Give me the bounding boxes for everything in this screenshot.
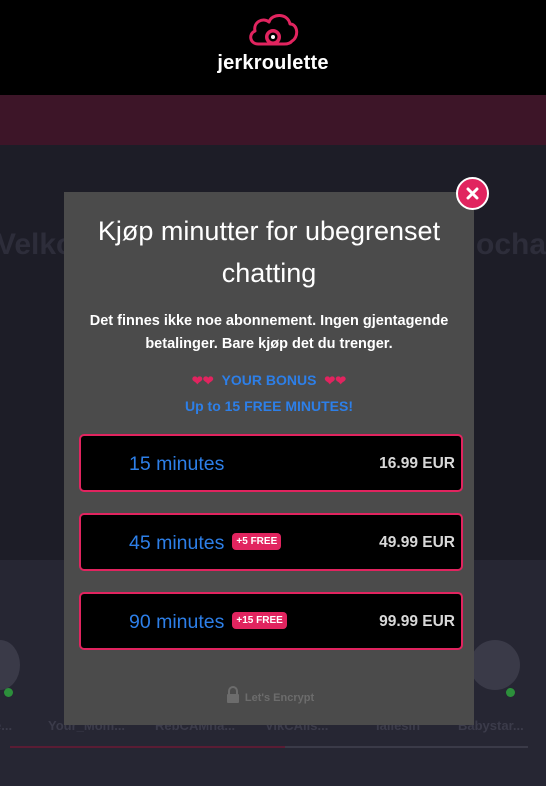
close-icon: [466, 187, 479, 200]
lets-encrypt-label: Let's Encrypt: [244, 691, 315, 704]
option-minutes: 45 minutes +5 FREE: [129, 532, 282, 555]
carousel-progress: [10, 746, 285, 748]
option-minutes-label: 15 minutes: [129, 453, 225, 475]
option-90-minutes[interactable]: 90 minutes +15 FREE 99.99 EUR: [79, 592, 463, 650]
promo-banner: [0, 95, 546, 145]
online-indicator: [506, 688, 515, 697]
hearts-icon: ❤❤: [324, 373, 347, 388]
brand-name: jerkroulette: [217, 52, 329, 74]
cloud-camera-icon: [249, 14, 299, 46]
padlock-icon: [226, 686, 239, 703]
brand-logo[interactable]: jerkroulette: [0, 10, 546, 75]
free-minutes-badge: +5 FREE: [232, 533, 282, 551]
option-price: 16.99 EUR: [379, 455, 455, 472]
bonus-title: YOUR BONUS: [221, 372, 317, 388]
bonus-heading: ❤❤ YOUR BONUS ❤❤: [64, 372, 474, 389]
option-price: 49.99 EUR: [379, 534, 455, 551]
modal-title: Kjøp minutter for ubegrenset chatting: [97, 216, 441, 288]
site-header: jerkroulette: [0, 0, 546, 95]
close-button[interactable]: [456, 177, 489, 210]
option-15-minutes[interactable]: 15 minutes 16.99 EUR: [79, 434, 463, 492]
bonus-subtitle: Up to 15 FREE MINUTES!: [184, 398, 353, 414]
option-price: 99.99 EUR: [379, 613, 455, 630]
avatar[interactable]: [470, 640, 520, 690]
background-heading-right: ochat: [476, 228, 546, 261]
free-minutes-badge: +15 FREE: [232, 612, 287, 630]
purchase-modal: Kjøp minutter for ubegrenset chatting De…: [64, 192, 474, 725]
option-minutes-label: 45 minutes: [129, 532, 225, 554]
option-minutes: 15 minutes: [129, 453, 224, 476]
modal-subtitle: Det finnes ikke noe abonnement. Ingen gj…: [89, 313, 449, 352]
hearts-icon: ❤❤: [191, 373, 214, 388]
username[interactable]: e...: [0, 718, 12, 733]
option-45-minutes[interactable]: 45 minutes +5 FREE 49.99 EUR: [79, 513, 463, 571]
option-minutes: 90 minutes +15 FREE: [129, 611, 287, 634]
option-minutes-label: 90 minutes: [129, 611, 225, 633]
lets-encrypt-badge: Let's Encrypt: [64, 686, 474, 707]
online-indicator: [4, 688, 13, 697]
